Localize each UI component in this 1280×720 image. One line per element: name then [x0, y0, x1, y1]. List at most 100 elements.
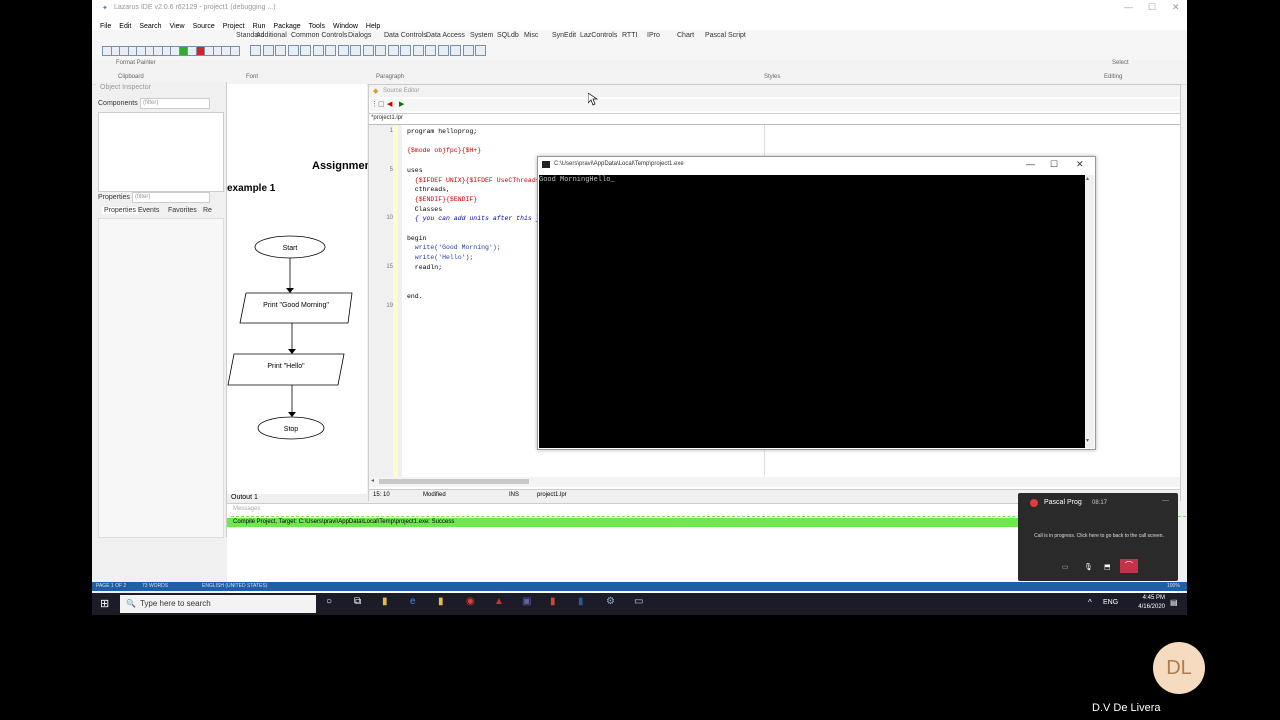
taskbar-date[interactable]: 4/16/2020: [1122, 604, 1165, 610]
edit-icon[interactable]: [312, 45, 324, 56]
panel-icon[interactable]: [450, 45, 461, 56]
tab-additional[interactable]: Additional: [256, 32, 287, 39]
notifications-icon[interactable]: ▤: [1170, 598, 1178, 607]
close-icon[interactable]: ✕: [1172, 2, 1180, 13]
maximize-icon[interactable]: ☐: [1148, 2, 1156, 13]
check-group-icon[interactable]: [437, 45, 449, 56]
tab-re[interactable]: Re: [203, 207, 212, 214]
console-window[interactable]: C:\Users\pravi\AppData\Local\Temp\projec…: [537, 156, 1096, 450]
format-painter-label[interactable]: Format Painter: [116, 60, 156, 66]
console-close-icon[interactable]: ✕: [1076, 159, 1084, 170]
tab-misc[interactable]: Misc: [524, 32, 538, 39]
tab-sqldb[interactable]: SQLdb: [497, 32, 519, 39]
menu-view[interactable]: View: [170, 23, 185, 30]
run-to-cursor-icon[interactable]: [229, 46, 240, 56]
tab-chart[interactable]: Chart: [677, 32, 694, 39]
tab-project1-lpr[interactable]: *project1.lpr: [371, 115, 403, 121]
powerpoint-icon[interactable]: ▮: [550, 596, 556, 607]
app-icon[interactable]: ▮: [438, 596, 444, 607]
call-popup[interactable]: Pascal Prog 08:17 — Call is in progress.…: [1018, 493, 1178, 581]
component-tree[interactable]: [98, 112, 224, 192]
radio-group-icon[interactable]: [425, 45, 436, 56]
tab-data-controls[interactable]: Data Controls: [384, 32, 427, 39]
tab-rtti[interactable]: RTTI: [622, 32, 637, 39]
tab-ipro[interactable]: IPro: [647, 32, 660, 39]
chrome-icon[interactable]: ◉: [466, 596, 475, 607]
tab-common-controls[interactable]: Common Controls: [291, 32, 347, 39]
menu-source[interactable]: Source: [193, 23, 215, 30]
tab-synedit[interactable]: SynEdit: [552, 32, 576, 39]
hang-up-button[interactable]: ⌒: [1120, 559, 1138, 573]
jump-list-icon[interactable]: ⋮▢: [371, 100, 385, 108]
video-icon[interactable]: ▭: [1062, 563, 1069, 571]
combo-box-icon[interactable]: [387, 45, 399, 56]
word-count[interactable]: 73 WORDS: [142, 582, 168, 591]
taskbar-language[interactable]: ENG: [1103, 599, 1118, 606]
cortana-icon[interactable]: ○: [326, 596, 332, 607]
label-icon[interactable]: [300, 45, 311, 56]
teams-icon[interactable]: ▣: [522, 596, 531, 607]
back-arrow-icon[interactable]: ◀: [387, 100, 392, 108]
main-menu-icon[interactable]: [262, 45, 274, 56]
tab-dialogs[interactable]: Dialogs: [348, 32, 371, 39]
menu-project[interactable]: Project: [223, 23, 245, 30]
select-label[interactable]: Select: [1112, 60, 1129, 66]
tab-lazcontrols[interactable]: LazControls: [580, 32, 617, 39]
minimize-icon[interactable]: —: [1124, 2, 1133, 12]
console-scrollbar[interactable]: ▴ ▾: [1085, 175, 1094, 448]
tab-properties[interactable]: Properties: [102, 207, 138, 214]
microphone-icon[interactable]: 🎙: [1084, 563, 1093, 571]
zoom-level[interactable]: 100%: [1167, 582, 1180, 591]
tab-data-access[interactable]: Data Access: [426, 32, 465, 39]
property-grid[interactable]: [98, 218, 224, 538]
taskbar-search-box[interactable]: 🔍 Type here to search: [120, 595, 316, 613]
selection-pointer-icon[interactable]: [250, 45, 261, 56]
console-taskbar-icon[interactable]: ▭: [634, 596, 643, 607]
task-view-icon[interactable]: ⧉: [354, 596, 361, 607]
tab-pascal-script[interactable]: Pascal Script: [705, 32, 746, 39]
word-icon[interactable]: ▮: [578, 596, 584, 607]
menu-package[interactable]: Package: [273, 23, 300, 30]
frame-icon[interactable]: [462, 45, 474, 56]
menu-edit[interactable]: Edit: [119, 23, 131, 30]
action-list-icon[interactable]: [475, 45, 486, 56]
console-output-area[interactable]: Good MorningHello_: [539, 175, 1085, 448]
tab-events[interactable]: Events: [138, 207, 159, 214]
tab-favorites[interactable]: Favorites: [168, 207, 197, 214]
horizontal-scrollbar[interactable]: ◂: [369, 477, 1180, 487]
edge-icon[interactable]: e: [410, 596, 416, 607]
checkbox-icon[interactable]: [350, 45, 361, 56]
menu-help[interactable]: Help: [366, 23, 380, 30]
lazarus-taskbar-icon[interactable]: ▲: [494, 596, 504, 607]
button-icon[interactable]: [287, 45, 299, 56]
menu-window[interactable]: Window: [333, 23, 358, 30]
properties-filter-input[interactable]: (filter): [132, 192, 210, 203]
page-count[interactable]: PAGE 1 OF 2: [96, 582, 126, 591]
output-tab[interactable]: Outout 1: [231, 494, 258, 501]
menu-run[interactable]: Run: [253, 23, 266, 30]
list-box-icon[interactable]: [375, 45, 386, 56]
console-minimize-icon[interactable]: —: [1026, 159, 1035, 169]
components-filter-input[interactable]: (filter): [140, 98, 210, 109]
memo-icon[interactable]: [325, 45, 336, 56]
radio-button-icon[interactable]: [362, 45, 374, 56]
menu-search[interactable]: Search: [139, 23, 161, 30]
scroll-bar-icon[interactable]: [400, 45, 411, 56]
call-minimize-icon[interactable]: —: [1162, 497, 1169, 504]
settings-icon[interactable]: ⚙: [606, 596, 615, 607]
toggle-box-icon[interactable]: [337, 45, 349, 56]
taskbar-time[interactable]: 4:45 PM: [1137, 595, 1165, 601]
windows-start-icon[interactable]: ⊞: [100, 597, 109, 610]
share-screen-icon[interactable]: ⬒: [1104, 563, 1111, 571]
language-status[interactable]: ENGLISH (UNITED STATES): [202, 582, 267, 591]
menu-file[interactable]: File: [100, 23, 111, 30]
tab-system[interactable]: System: [470, 32, 493, 39]
show-hidden-icons[interactable]: ^: [1088, 598, 1092, 607]
group-box-icon[interactable]: [412, 45, 424, 56]
file-explorer-icon[interactable]: ▮: [382, 596, 388, 607]
menu-tools[interactable]: Tools: [309, 23, 325, 30]
forward-arrow-icon[interactable]: ▶: [399, 100, 404, 108]
scrollbar-thumb[interactable]: [379, 479, 529, 484]
popup-menu-icon[interactable]: [275, 45, 286, 56]
console-maximize-icon[interactable]: ☐: [1050, 159, 1058, 170]
